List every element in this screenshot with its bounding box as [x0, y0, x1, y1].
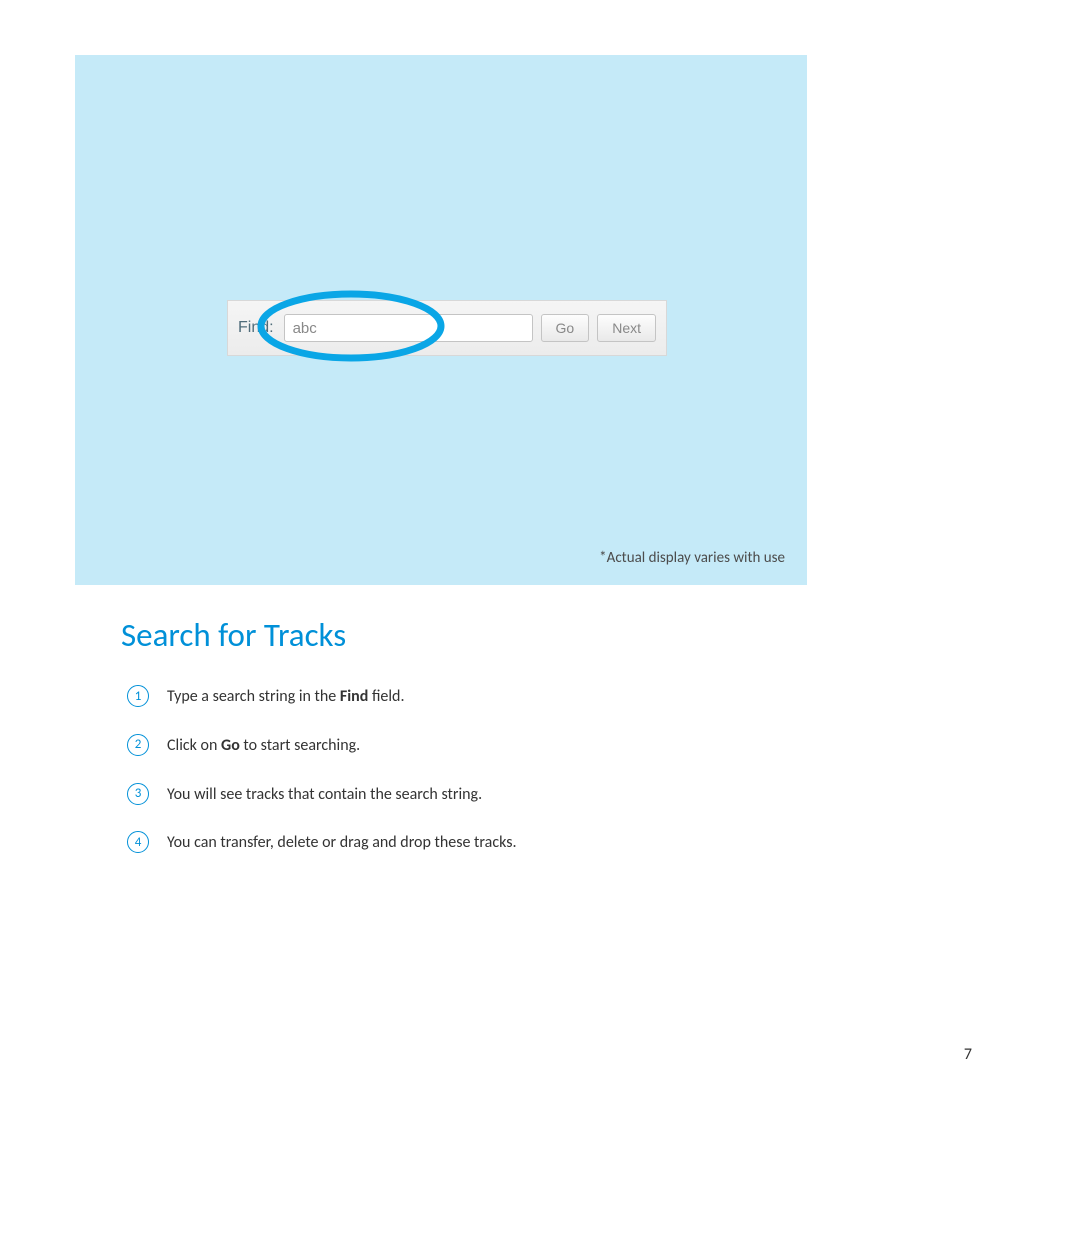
step-text: Type a search string in the Find field. [167, 687, 405, 708]
step-item: 4 You can transfer, delete or drag and d… [127, 833, 1005, 854]
screenshot-illustration: Find: Go Next *Actual display varies wit… [75, 55, 807, 585]
next-button[interactable]: Next [597, 314, 656, 342]
step-text-post: field. [368, 687, 404, 706]
step-text-pre: You can transfer, delete or drag and dro… [167, 833, 517, 852]
step-text-post: to start searching. [240, 736, 360, 755]
step-text-pre: You will see tracks that contain the sea… [167, 785, 482, 804]
step-item: 2 Click on Go to start searching. [127, 736, 1005, 757]
go-button[interactable]: Go [541, 314, 590, 342]
step-number-badge: 4 [127, 831, 149, 853]
screenshot-caption: *Actual display varies with use [599, 549, 785, 567]
step-text-bold: Find [340, 687, 368, 706]
section-heading: Search for Tracks [75, 615, 1005, 655]
step-text: You will see tracks that contain the sea… [167, 785, 482, 806]
page-number: 7 [964, 1045, 972, 1064]
step-number-badge: 1 [127, 685, 149, 707]
step-text: Click on Go to start searching. [167, 736, 360, 757]
step-number-badge: 3 [127, 783, 149, 805]
step-item: 3 You will see tracks that contain the s… [127, 785, 1005, 806]
step-text-pre: Click on [167, 736, 221, 755]
find-toolbar: Find: Go Next [227, 300, 667, 356]
step-text: You can transfer, delete or drag and dro… [167, 833, 517, 854]
step-text-pre: Type a search string in the [167, 687, 340, 706]
step-item: 1 Type a search string in the Find field… [127, 687, 1005, 708]
find-input[interactable] [284, 314, 533, 342]
step-text-bold: Go [221, 736, 240, 755]
find-label: Find: [238, 319, 274, 337]
steps-list: 1 Type a search string in the Find field… [75, 687, 1005, 854]
step-number-badge: 2 [127, 734, 149, 756]
